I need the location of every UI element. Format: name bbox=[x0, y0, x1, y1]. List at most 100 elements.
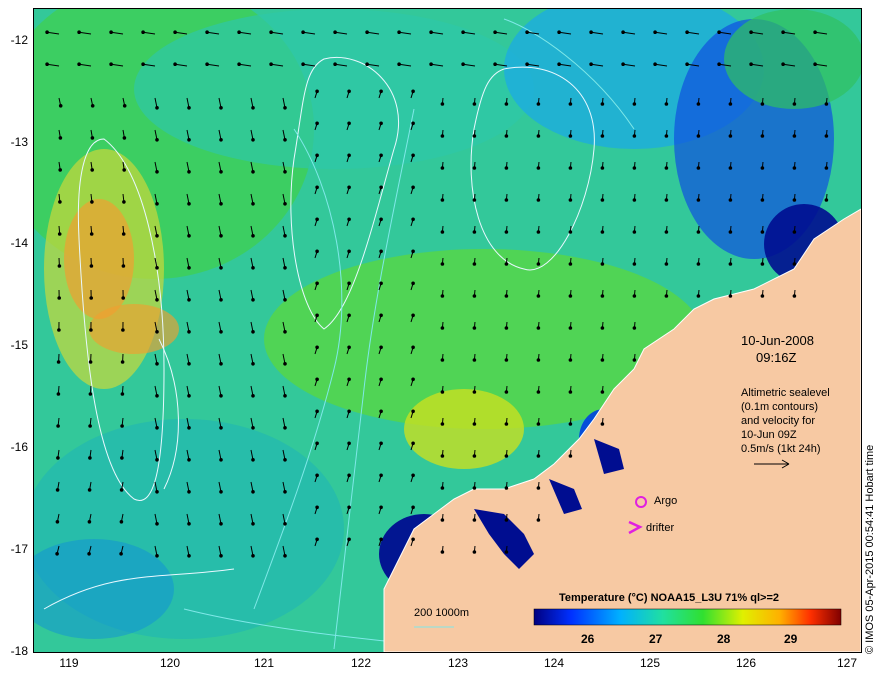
x-tick: 119 bbox=[59, 656, 79, 670]
velocity-arrow-head bbox=[347, 505, 351, 510]
velocity-arrow-head bbox=[589, 62, 593, 67]
velocity-arrow-head bbox=[525, 62, 529, 67]
colorbar-tick: 29 bbox=[784, 632, 798, 646]
velocity-arrow-head bbox=[504, 390, 509, 394]
velocity-arrow-head bbox=[632, 166, 637, 170]
velocity-arrow-head bbox=[792, 294, 797, 298]
velocity-arrow-head bbox=[251, 394, 255, 398]
velocity-arrow-head bbox=[696, 166, 701, 170]
velocity-arrow-head bbox=[568, 358, 573, 362]
velocity-arrow-head bbox=[121, 328, 125, 332]
velocity-arrow-head bbox=[121, 296, 125, 300]
velocity-arrow-head bbox=[315, 377, 319, 382]
velocity-arrow-head bbox=[653, 30, 657, 35]
velocity-arrow-head bbox=[120, 392, 125, 396]
velocity-arrow-head bbox=[88, 424, 92, 428]
velocity-arrow-head bbox=[632, 358, 637, 362]
velocity-arrow-head bbox=[56, 424, 60, 428]
velocity-arrow-head bbox=[504, 454, 509, 458]
velocity-arrow-head bbox=[411, 505, 415, 510]
velocity-arrow-head bbox=[472, 486, 477, 490]
velocity-arrow-head bbox=[347, 537, 351, 542]
velocity-arrow-head bbox=[283, 490, 287, 494]
velocity-arrow-head bbox=[237, 62, 241, 67]
velocity-arrow-head bbox=[472, 326, 477, 330]
velocity-arrow-head bbox=[141, 62, 145, 67]
velocity-arrow-head bbox=[55, 552, 59, 556]
velocity-arrow-head bbox=[600, 326, 605, 330]
velocity-arrow-head bbox=[90, 136, 95, 140]
velocity-arrow-head bbox=[315, 441, 319, 446]
velocity-arrow-head bbox=[187, 490, 191, 494]
velocity-arrow-head bbox=[760, 230, 765, 234]
velocity-arrow-head bbox=[792, 134, 797, 138]
velocity-arrow-head bbox=[251, 554, 255, 558]
x-tick: 125 bbox=[639, 656, 661, 670]
velocity-arrow-head bbox=[56, 456, 60, 460]
velocity-arrow-head bbox=[219, 394, 223, 398]
velocity-arrow-head bbox=[397, 30, 401, 35]
velocity-arrow-head bbox=[792, 102, 797, 106]
velocity-arrow-head bbox=[187, 330, 191, 334]
velocity-arrow-head bbox=[333, 62, 337, 67]
velocity-arrow-head bbox=[440, 358, 445, 362]
velocity-arrow-head bbox=[411, 89, 415, 94]
velocity-arrow-head bbox=[219, 458, 223, 462]
velocity-arrow-head bbox=[283, 202, 287, 206]
y-tick: -18 bbox=[10, 644, 28, 658]
velocity-arrow-head bbox=[301, 30, 305, 35]
velocity-arrow-head bbox=[411, 409, 415, 414]
velocity-arrow-head bbox=[269, 30, 273, 35]
velocity-arrow-head bbox=[557, 62, 561, 67]
velocity-arrow-head bbox=[155, 138, 159, 142]
velocity-arrow-head bbox=[781, 30, 785, 35]
velocity-arrow-head bbox=[749, 62, 753, 67]
velocity-arrow-head bbox=[664, 294, 669, 298]
x-tick: 127 bbox=[836, 656, 858, 670]
velocity-arrow-head bbox=[728, 166, 733, 170]
velocity-arrow-head bbox=[251, 138, 255, 142]
velocity-arrow-head bbox=[283, 522, 287, 526]
velocity-arrow-head bbox=[315, 153, 319, 158]
velocity-arrow-head bbox=[379, 377, 383, 382]
velocity-arrow-head bbox=[109, 30, 113, 35]
velocity-arrow-head bbox=[315, 409, 319, 414]
velocity-arrow-head bbox=[685, 30, 689, 35]
colorbar-tick: 28 bbox=[717, 632, 731, 646]
velocity-arrow-head bbox=[120, 456, 124, 460]
velocity-arrow-head bbox=[187, 202, 191, 206]
velocity-arrow-head bbox=[187, 554, 191, 558]
velocity-arrow-head bbox=[155, 202, 159, 206]
velocity-arrow-head bbox=[411, 473, 415, 478]
velocity-arrow-head bbox=[653, 62, 657, 67]
velocity-arrow-head bbox=[696, 294, 701, 298]
velocity-arrow-head bbox=[122, 136, 127, 140]
velocity-arrow-head bbox=[632, 198, 637, 202]
velocity-arrow-head bbox=[251, 458, 255, 462]
altimetry-line: Altimetric sealevel bbox=[741, 387, 830, 399]
velocity-arrow-head bbox=[219, 170, 223, 174]
y-tick: -14 bbox=[10, 236, 28, 250]
velocity-arrow-head bbox=[685, 62, 689, 67]
velocity-arrow-head bbox=[696, 134, 701, 138]
velocity-arrow-head bbox=[379, 441, 383, 446]
velocity-arrow-head bbox=[824, 166, 829, 170]
velocity-arrow-head bbox=[472, 390, 477, 394]
velocity-arrow-head bbox=[315, 185, 319, 190]
velocity-arrow-head bbox=[122, 168, 126, 172]
velocity-arrow-head bbox=[440, 326, 445, 330]
velocity-arrow-head bbox=[77, 30, 81, 35]
velocity-arrow-head bbox=[600, 358, 605, 362]
velocity-arrow-head bbox=[493, 62, 497, 67]
time-label: 09:16Z bbox=[756, 350, 797, 365]
velocity-arrow-head bbox=[205, 62, 209, 67]
velocity-arrow-head bbox=[251, 170, 255, 174]
velocity-arrow-head bbox=[365, 62, 369, 67]
velocity-arrow-head bbox=[411, 185, 415, 190]
velocity-arrow-head bbox=[397, 62, 401, 67]
velocity-arrow-head bbox=[347, 281, 351, 286]
velocity-arrow-head bbox=[90, 200, 94, 204]
velocity-arrow-head bbox=[493, 30, 497, 35]
velocity-arrow-head bbox=[90, 168, 95, 172]
velocity-arrow-head bbox=[155, 362, 159, 366]
